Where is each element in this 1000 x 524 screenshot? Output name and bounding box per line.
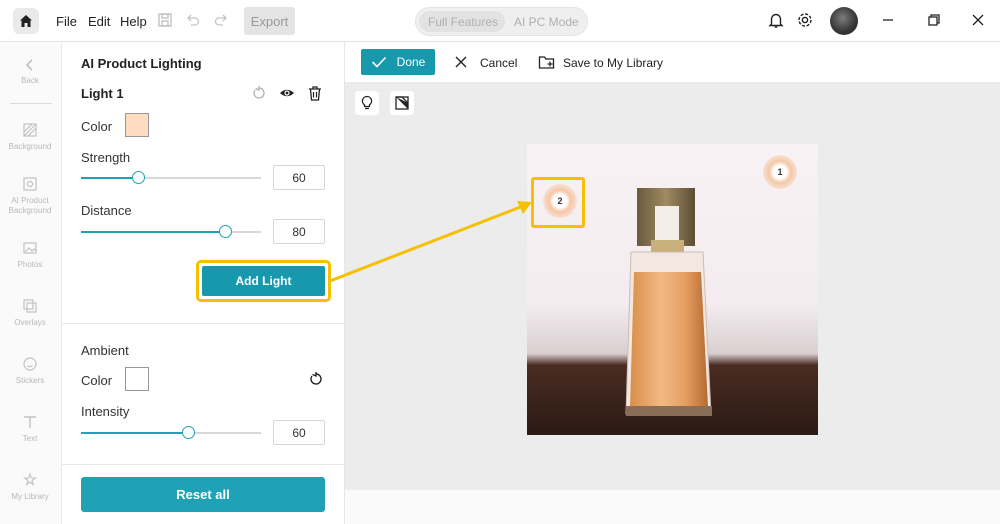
reset-ambient-icon[interactable] (307, 370, 325, 388)
close-icon[interactable] (969, 11, 987, 29)
home-icon (20, 15, 32, 27)
text-icon (24, 416, 36, 428)
left-rail: Back Background AI Product Background Ph… (0, 42, 62, 524)
rail-item-overlays[interactable]: Overlays (0, 298, 60, 328)
rail-item-stickers[interactable]: Stickers (0, 356, 60, 386)
distance-slider-fill (81, 231, 225, 233)
ambient-title: Ambient (81, 343, 129, 358)
intensity-label: Intensity (81, 404, 130, 419)
rail-item-label: Stickers (15, 376, 45, 385)
panel-divider (62, 464, 345, 465)
mode-ai-pc[interactable]: AI PC Mode (514, 15, 579, 29)
lightbulb-tool-button[interactable] (355, 91, 379, 115)
strength-input[interactable]: 60 (273, 165, 325, 190)
canvas-bottom-strip (345, 490, 1000, 524)
save-icon[interactable] (156, 11, 174, 29)
rail-item-label: Photos (17, 260, 43, 269)
background-icon (23, 123, 37, 137)
rail-item-background[interactable]: Background (0, 122, 60, 152)
lightbulb-icon (361, 95, 373, 110)
light-direction-icon (395, 96, 409, 110)
ai-background-icon (23, 177, 37, 191)
minimize-icon[interactable] (879, 11, 897, 29)
rail-item-label: Overlays (14, 318, 46, 327)
light-color-label: Color (81, 119, 113, 134)
gear-icon[interactable] (796, 11, 814, 29)
rail-item-photos[interactable]: Photos (0, 240, 60, 270)
trash-icon[interactable] (306, 84, 324, 102)
mode-toggle[interactable]: Full Features AI PC Mode (415, 7, 588, 36)
reset-all-button[interactable]: Reset all (81, 477, 325, 512)
panel-divider (62, 323, 345, 324)
photos-icon (23, 242, 37, 254)
add-light-highlight: Add Light (196, 260, 331, 302)
bell-icon[interactable] (767, 11, 785, 29)
ambient-color-swatch[interactable] (125, 367, 149, 391)
menu-help[interactable]: Help (120, 14, 147, 29)
redo-icon[interactable] (212, 11, 230, 29)
menu-edit[interactable]: Edit (88, 14, 110, 29)
home-button[interactable] (13, 8, 39, 34)
export-button[interactable]: Export (244, 7, 295, 35)
canvas-area: Done Cancel Save to My Library 1 2 (345, 42, 1000, 524)
rail-back-label: Back (21, 76, 39, 85)
ambient-color-label: Color (81, 373, 113, 388)
save-library-icon[interactable] (538, 53, 556, 71)
action-bar: Done Cancel Save to My Library (345, 42, 1000, 82)
rail-back[interactable]: Back (0, 58, 60, 86)
strength-slider-thumb[interactable] (132, 171, 145, 184)
save-to-library-button[interactable]: Save to My Library (563, 56, 663, 70)
strength-slider-fill (81, 177, 138, 179)
done-label: Done (396, 55, 426, 69)
distance-input[interactable]: 80 (273, 219, 325, 244)
distance-label: Distance (81, 203, 132, 218)
light-name: Light 1 (81, 86, 124, 101)
mode-full-features[interactable]: Full Features (428, 15, 498, 29)
overlays-icon (23, 299, 37, 313)
cancel-button[interactable]: Cancel (480, 56, 517, 70)
menu-file[interactable]: File (56, 14, 77, 29)
reset-light-icon[interactable] (250, 84, 268, 102)
intensity-input[interactable]: 60 (273, 420, 325, 445)
light-color-swatch[interactable] (125, 113, 149, 137)
restore-icon[interactable] (925, 11, 943, 29)
chevron-left-icon (26, 59, 33, 71)
lighting-panel: AI Product Lighting Light 1 Color Streng… (62, 42, 345, 524)
intensity-slider-fill (81, 432, 189, 434)
distance-slider-thumb[interactable] (219, 225, 232, 238)
library-icon (22, 472, 38, 486)
add-light-button[interactable]: Add Light (202, 266, 325, 296)
rail-item-label: Background (8, 142, 52, 151)
rail-divider (10, 103, 52, 104)
rail-item-label: Text (22, 434, 38, 443)
strength-label: Strength (81, 150, 131, 165)
light-marker-2[interactable]: 2 (543, 184, 577, 218)
intensity-slider-thumb[interactable] (182, 426, 195, 439)
rail-item-text[interactable]: Text (0, 414, 60, 444)
rail-item-label: AI Product Background (8, 196, 52, 215)
panel-title: AI Product Lighting (81, 56, 202, 71)
check-icon (371, 56, 386, 68)
undo-icon[interactable] (184, 11, 202, 29)
stickers-icon (23, 357, 37, 371)
rail-item-ai-background[interactable]: AI Product Background (0, 176, 60, 216)
shadow-tool-button[interactable] (390, 91, 414, 115)
avatar[interactable] (830, 7, 858, 35)
eye-icon[interactable] (278, 84, 296, 102)
done-button[interactable]: Done (361, 49, 435, 75)
light-marker-1[interactable]: 1 (763, 155, 797, 189)
top-bar: File Edit Help Export Full Features AI P… (0, 0, 1000, 42)
cancel-icon[interactable] (452, 53, 470, 71)
rail-item-library[interactable]: My Library (0, 472, 60, 502)
rail-item-label: My Library (11, 492, 49, 501)
